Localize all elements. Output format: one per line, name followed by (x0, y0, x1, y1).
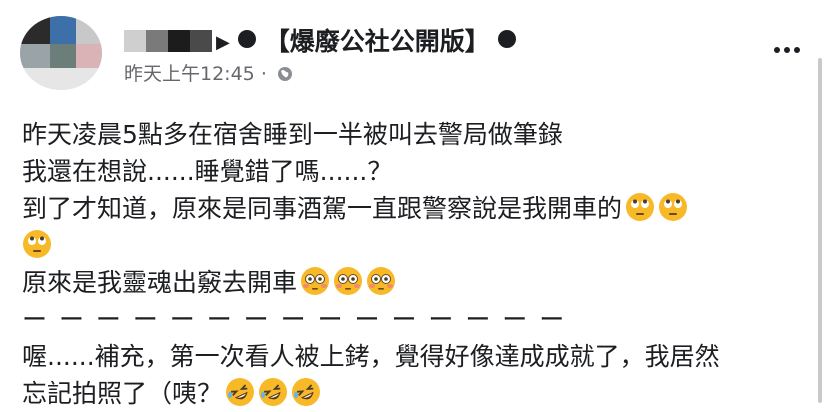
more-options-icon[interactable] (770, 38, 800, 57)
scrollbar[interactable] (818, 58, 822, 403)
post-line: 昨天凌晨5點多在宿舍睡到一半被叫去警局做筆錄 (22, 120, 563, 149)
post-meta: 昨天上午12:45 · (124, 62, 293, 86)
flushed-face-emoji (367, 267, 396, 295)
flushed-face-emoji (301, 267, 330, 295)
face-with-rolling-eyes-emoji (23, 230, 51, 258)
face-with-rolling-eyes-emoji (659, 193, 688, 221)
post-line (22, 227, 802, 264)
post-line: 我還在想說......睡覺錯了嗎......？ (22, 157, 393, 186)
post-divider-line: ー ー ー ー ー ー ー ー ー ー ー ー ー ー ー (22, 305, 567, 334)
meta-separator: · (260, 63, 267, 85)
post-body: 昨天凌晨5點多在宿舍睡到一半被叫去警局做筆錄 我還在想說......睡覺錯了嗎.… (22, 116, 802, 412)
group-name[interactable]: 【爆廢公社公開版】 (265, 27, 490, 56)
flushed-face-emoji (334, 267, 363, 295)
timestamp[interactable]: 昨天上午12:45 (124, 63, 255, 85)
arrow-icon: ▶ (216, 32, 230, 53)
post-line: 忘記拍照了（咦？ (22, 375, 802, 412)
post-line: 喔......補充，第一次看人被上銬，覺得好像達成成就了，我居然 (22, 342, 720, 371)
post-header: ▶ 【爆廢公社公開版】 昨天上午12:45 · (20, 8, 810, 90)
post-line: 到了才知道，原來是同事酒駕一直跟警察說是我開車的 (22, 190, 802, 227)
dot-icon (238, 30, 256, 48)
dot-icon (498, 30, 517, 48)
globe-icon (277, 67, 292, 81)
group-name-link[interactable]: 【爆廢公社公開版】 (238, 26, 517, 58)
author-name-blurred[interactable] (124, 28, 220, 54)
face-with-rolling-eyes-emoji (626, 193, 655, 221)
avatar[interactable] (20, 16, 102, 90)
post-line: 原來是我靈魂出竅去開車 (22, 264, 802, 301)
